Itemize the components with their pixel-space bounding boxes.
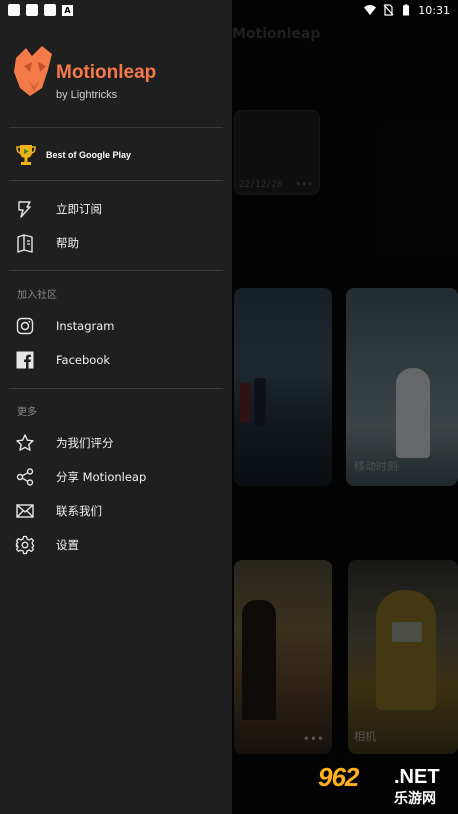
notification-square-icon <box>26 4 38 16</box>
navigation-drawer: Motionleap by Lightricks Best of Google … <box>0 0 232 814</box>
menu-item-subscribe[interactable]: 立即订阅 <box>0 192 232 226</box>
trophy-icon <box>16 145 36 165</box>
menu-item-label: 联系我们 <box>56 504 102 518</box>
gear-icon <box>15 535 35 555</box>
menu-item-settings[interactable]: 设置 <box>0 528 232 562</box>
no-sim-icon <box>383 4 394 16</box>
brand-byline: by Lightricks <box>56 89 118 101</box>
divider <box>9 388 223 389</box>
watermark-cn: 乐游网 <box>394 791 436 807</box>
notification-a-icon: A <box>62 4 73 16</box>
motionleap-logo-icon <box>14 46 52 96</box>
divider <box>9 180 223 181</box>
brand-name: Motionleap <box>56 62 157 83</box>
divider <box>9 270 223 271</box>
menu-item-label: 分享 Motionleap <box>56 470 147 484</box>
watermark-number: 962 <box>318 762 359 792</box>
watermark-suffix: .NET <box>394 766 440 788</box>
star-icon <box>15 433 35 453</box>
menu-item-help[interactable]: 帮助 <box>0 226 232 260</box>
system-icons: 10:31 <box>364 4 450 17</box>
clock: 10:31 <box>418 3 450 17</box>
menu-item-contact[interactable]: 联系我们 <box>0 494 232 528</box>
menu-item-label: Facebook <box>56 353 111 367</box>
section-title-community: 加入社区 <box>17 290 57 301</box>
subscribe-icon <box>15 199 35 219</box>
menu-item-instagram[interactable]: Instagram <box>0 309 232 343</box>
menu-item-label: Instagram <box>56 319 115 333</box>
menu-item-label: 立即订阅 <box>56 202 102 216</box>
status-bar: A 10:31 <box>0 0 458 20</box>
instagram-icon <box>15 316 35 336</box>
wifi-icon <box>364 5 377 15</box>
help-book-icon <box>15 233 35 253</box>
share-icon <box>15 467 35 487</box>
menu-item-facebook[interactable]: Facebook <box>0 343 232 377</box>
menu-item-rate[interactable]: 为我们评分 <box>0 426 232 460</box>
award-label: Best of Google Play <box>46 150 132 160</box>
notification-square-icon <box>44 4 56 16</box>
award-badge: Best of Google Play <box>16 144 131 166</box>
notification-square-icon <box>8 4 20 16</box>
menu-item-label: 帮助 <box>56 236 79 250</box>
menu-item-share[interactable]: 分享 Motionleap <box>0 460 232 494</box>
facebook-icon <box>15 350 35 370</box>
notification-icons: A <box>8 4 73 16</box>
menu-item-label: 设置 <box>56 538 79 552</box>
mail-icon <box>15 501 35 521</box>
divider <box>9 127 223 128</box>
menu-item-label: 为我们评分 <box>56 436 114 450</box>
section-title-more: 更多 <box>17 407 37 418</box>
site-watermark: 962 .NET 乐游网 <box>316 758 452 810</box>
battery-icon <box>403 4 410 16</box>
